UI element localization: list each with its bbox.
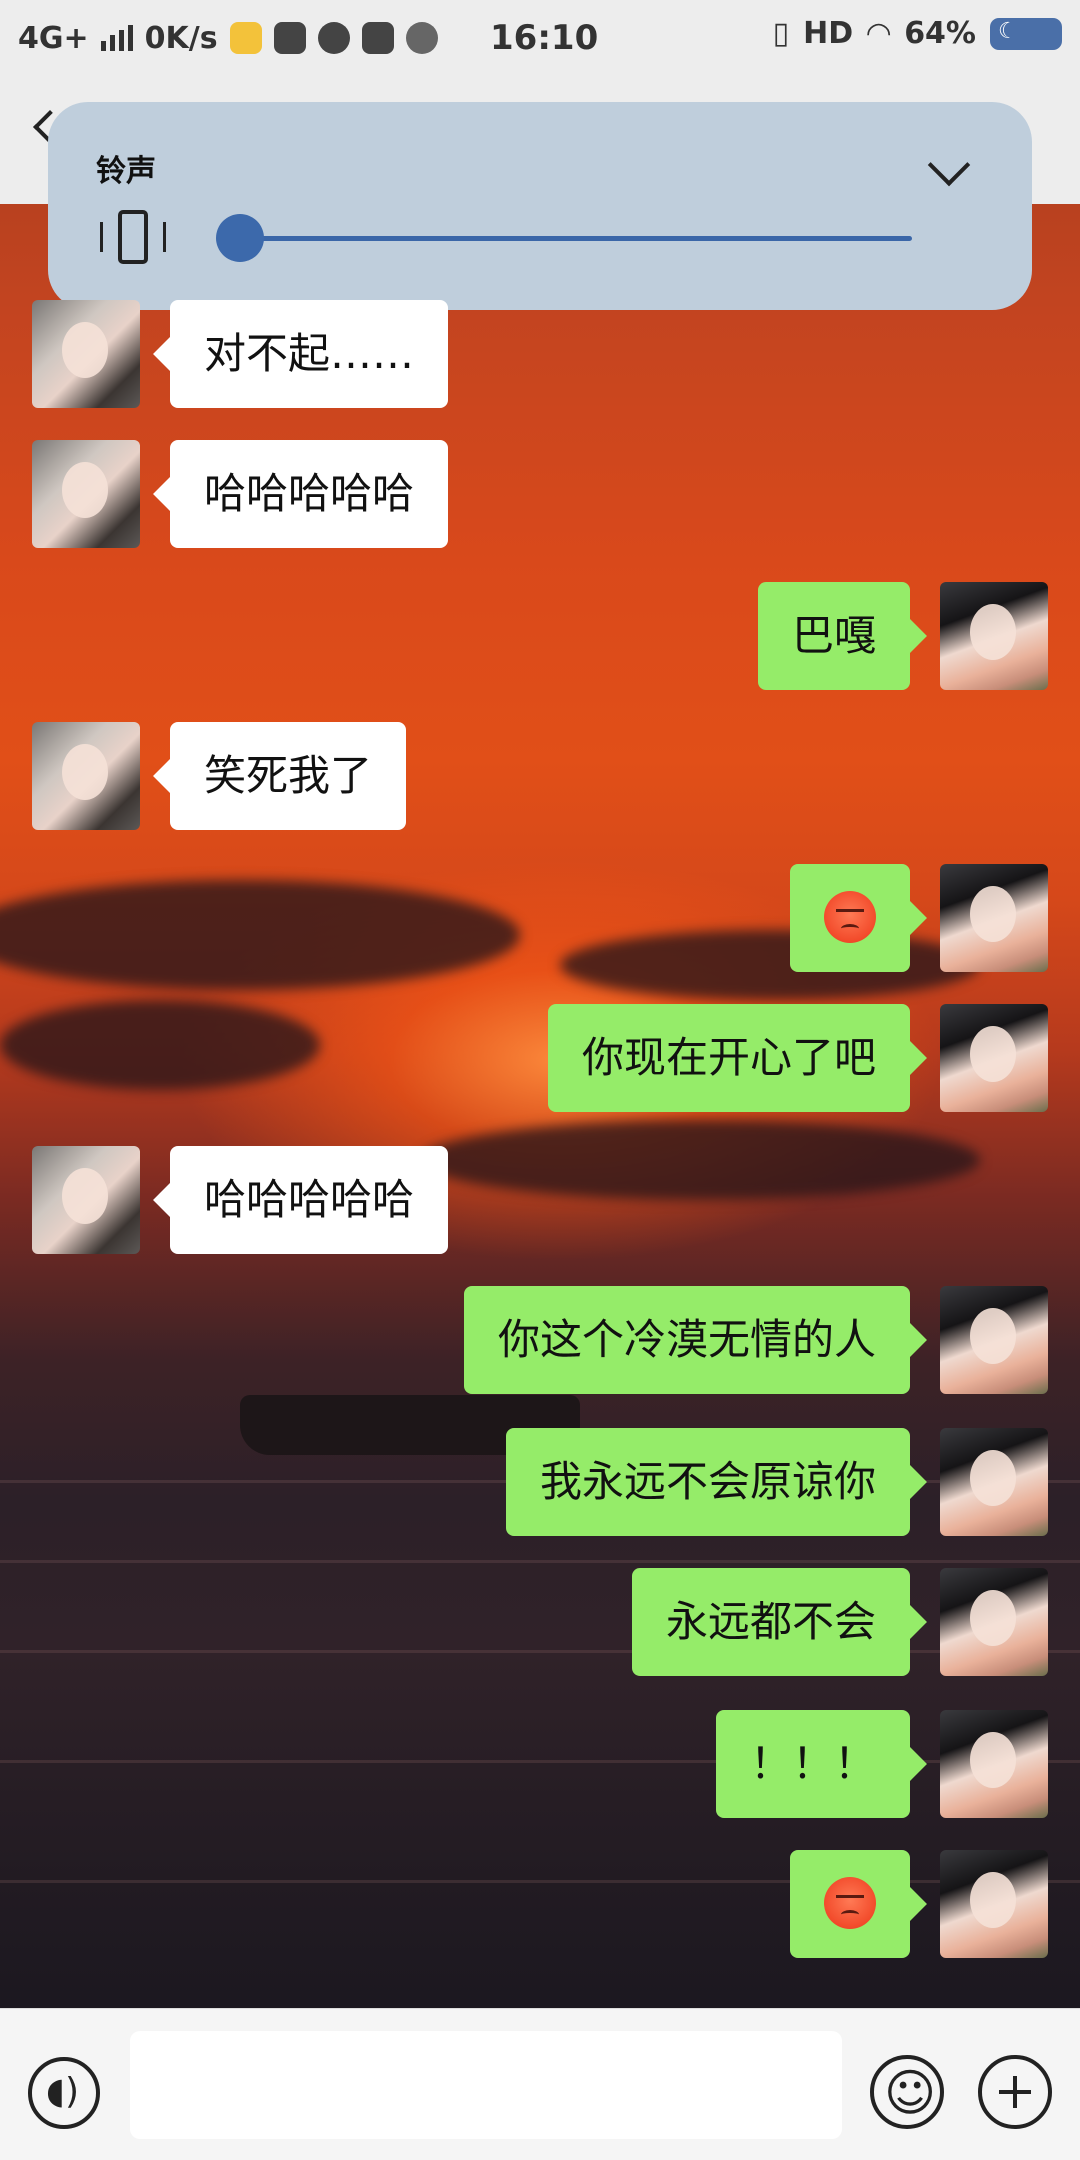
my-avatar[interactable]: [940, 1710, 1048, 1818]
contact-avatar[interactable]: [32, 300, 140, 408]
message-row: 对不起……: [0, 300, 1080, 410]
hand-notification-icon: [405, 22, 438, 54]
message-text: 你这个冷漠无情的人: [497, 1315, 876, 1364]
sent-message-bubble[interactable]: [790, 1850, 910, 1958]
volume-slider-thumb[interactable]: [216, 214, 264, 262]
message-row: 哈哈哈哈哈: [0, 1146, 1080, 1256]
video-notification-icon: [361, 22, 394, 54]
message-text: 永远都不会: [665, 1597, 876, 1646]
message-row: 哈哈哈哈哈: [0, 440, 1080, 550]
message-text: 哈哈哈哈哈: [204, 1175, 415, 1224]
volume-title: 铃声: [96, 154, 156, 189]
contact-avatar[interactable]: [32, 1146, 140, 1254]
message-list: 对不起…… 哈哈哈哈哈 巴嘎 笑死我了 你现在开心了吧 哈哈哈哈哈 你这个冷漠无情的人 我永远…: [0, 300, 1080, 2008]
sent-message-bubble[interactable]: 我永远不会原谅你: [505, 1428, 910, 1536]
message-text: 对不起……: [204, 329, 415, 378]
received-message-bubble[interactable]: 哈哈哈哈哈: [170, 1146, 449, 1254]
my-avatar[interactable]: [940, 1286, 1048, 1394]
hd-label: HD: [803, 16, 854, 51]
message-text: 我永远不会原谅你: [539, 1457, 876, 1506]
message-row: 你这个冷漠无情的人: [0, 1286, 1080, 1396]
angry-face-icon: [824, 1876, 876, 1929]
contact-avatar[interactable]: [32, 722, 140, 830]
my-avatar[interactable]: [940, 1004, 1048, 1112]
vibrate-icon[interactable]: [98, 208, 168, 268]
my-avatar[interactable]: [940, 1568, 1048, 1676]
sent-message-bubble[interactable]: 你现在开心了吧: [547, 1004, 910, 1112]
message-row: 巴嘎: [0, 582, 1080, 692]
volume-panel: 铃声: [48, 102, 1032, 310]
status-bar: 4G+ 0K/s 16:10 ▯ HD ◠ 64%: [0, 0, 1080, 76]
speed-label: 0K/s: [144, 20, 218, 56]
message-row: [0, 1850, 1080, 1960]
volume-slider-track[interactable]: [238, 236, 912, 241]
wifi-icon: ◠: [867, 16, 891, 51]
message-text: 巴嘎: [791, 611, 876, 660]
input-bar: ◖) ☺: [0, 2008, 1080, 2160]
message-row: [0, 864, 1080, 974]
vibrate-status-icon: ▯: [772, 16, 790, 51]
message-row: 永远都不会: [0, 1568, 1080, 1678]
music-notification-icon: [273, 22, 306, 54]
more-options-button[interactable]: [978, 2055, 1052, 2129]
sent-message-bubble[interactable]: 永远都不会: [631, 1568, 910, 1676]
my-avatar[interactable]: [940, 582, 1048, 690]
planet-notification-icon: [317, 22, 350, 54]
network-label: 4G+: [18, 20, 89, 56]
received-message-bubble[interactable]: 对不起……: [170, 300, 449, 408]
message-row: 笑死我了: [0, 722, 1080, 832]
my-avatar[interactable]: [940, 1850, 1048, 1958]
message-row: 你现在开心了吧: [0, 1004, 1080, 1114]
message-text: 你现在开心了吧: [581, 1033, 876, 1082]
sent-message-bubble[interactable]: [790, 864, 910, 972]
battery-icon: [990, 17, 1062, 50]
message-text: 笑死我了: [204, 751, 373, 800]
my-avatar[interactable]: [940, 1428, 1048, 1536]
smiley-icon: ☺: [884, 2064, 937, 2122]
signal-icon: [100, 25, 133, 51]
sent-message-bubble[interactable]: 巴嘎: [757, 582, 910, 690]
message-row: ！！！: [0, 1710, 1080, 1820]
voice-input-button[interactable]: ◖): [28, 2057, 100, 2129]
my-avatar[interactable]: [940, 864, 1048, 972]
app-notification-icon: [229, 22, 262, 54]
received-message-bubble[interactable]: 哈哈哈哈哈: [170, 440, 449, 548]
message-text: 哈哈哈哈哈: [204, 469, 415, 518]
sent-message-bubble[interactable]: ！！！: [715, 1710, 910, 1818]
message-text: ！！！: [749, 1739, 876, 1788]
message-row: 我永远不会原谅你: [0, 1428, 1080, 1538]
angry-face-icon: [824, 890, 876, 943]
clock: 16:10: [490, 18, 599, 58]
battery-percent: 64%: [904, 16, 976, 51]
message-input[interactable]: [130, 2031, 842, 2139]
emoji-button[interactable]: ☺: [870, 2055, 944, 2129]
contact-avatar[interactable]: [32, 440, 140, 548]
received-message-bubble[interactable]: 笑死我了: [170, 722, 407, 830]
chevron-down-icon[interactable]: [927, 143, 971, 187]
sent-message-bubble[interactable]: 你这个冷漠无情的人: [463, 1286, 910, 1394]
voice-icon: ◖): [46, 2071, 80, 2112]
